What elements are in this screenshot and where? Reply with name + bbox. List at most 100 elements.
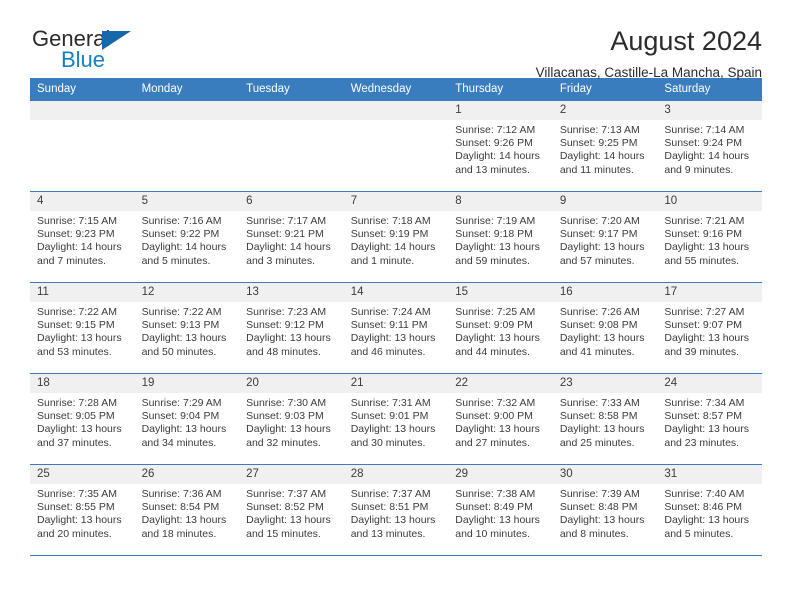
daylight-text: Daylight: 13 hours and 8 minutes. bbox=[559, 514, 645, 540]
calendar-day-content: 23 Sunrise: 7:33 AM Sunset: 8:58 PM Dayligh… bbox=[552, 374, 658, 464]
calendar-day-cell[interactable]: 29 Sunrise: 7:38 AM Sunset: 8:49 PM Dayligh… bbox=[448, 464, 553, 555]
sunset-text: Sunset: 9:25 PM bbox=[559, 137, 638, 150]
calendar-day-content: 20 Sunrise: 7:30 AM Sunset: 9:03 PM Dayligh… bbox=[239, 374, 344, 464]
calendar-day-details: Sunrise: 7:14 AM Sunset: 9:24 PM Daylight:… bbox=[657, 120, 762, 177]
daylight-text: Daylight: 13 hours and 59 minutes. bbox=[455, 241, 540, 267]
calendar-day-cell[interactable]: 5 Sunrise: 7:16 AM Sunset: 9:22 PM Daylight… bbox=[134, 191, 240, 283]
calendar-day-cell[interactable]: 7 Sunrise: 7:18 AM Sunset: 9:19 PM Daylight… bbox=[343, 191, 449, 283]
daylight-text: Daylight: 13 hours and 10 minutes. bbox=[455, 514, 540, 540]
calendar-day-cell[interactable]: 1 Sunrise: 7:12 AM Sunset: 9:26 PM Daylight… bbox=[448, 101, 553, 192]
calendar-day-cell[interactable]: 14 Sunrise: 7:24 AM Sunset: 9:11 PM Dayligh… bbox=[343, 282, 449, 374]
calendar-day-cell[interactable]: 3 Sunrise: 7:14 AM Sunset: 9:24 PM Daylight… bbox=[657, 101, 762, 192]
sunset-text: Sunset: 8:51 PM bbox=[350, 501, 429, 514]
calendar-day-cell[interactable]: 4 Sunrise: 7:15 AM Sunset: 9:23 PM Daylight… bbox=[30, 191, 135, 283]
calendar-day-cell[interactable]: 11 Sunrise: 7:22 AM Sunset: 9:15 PM Dayligh… bbox=[30, 282, 135, 374]
calendar-day-content: 24 Sunrise: 7:34 AM Sunset: 8:57 PM Dayligh… bbox=[657, 374, 762, 464]
calendar-day-details: Sunrise: 7:35 AM Sunset: 8:55 PM Daylight:… bbox=[30, 484, 135, 541]
daylight-text: Daylight: 13 hours and 46 minutes. bbox=[350, 332, 436, 358]
calendar-day-cell[interactable]: 10 Sunrise: 7:21 AM Sunset: 9:16 PM Dayligh… bbox=[657, 191, 762, 283]
calendar-day-cell[interactable]: 17 Sunrise: 7:27 AM Sunset: 9:07 PM Dayligh… bbox=[657, 282, 762, 374]
calendar-day-details: Sunrise: 7:33 AM Sunset: 8:58 PM Daylight:… bbox=[553, 393, 658, 450]
calendar-day-cell[interactable]: 22 Sunrise: 7:32 AM Sunset: 9:00 PM Dayligh… bbox=[448, 373, 553, 465]
sunrise-text: Sunrise: 7:25 AM bbox=[455, 306, 536, 318]
calendar-day-details: Sunrise: 7:22 AM Sunset: 9:15 PM Daylight:… bbox=[30, 302, 135, 359]
calendar-day-number: 1 bbox=[448, 101, 553, 120]
sunset-text: Sunset: 9:00 PM bbox=[455, 410, 533, 423]
sunset-text: Sunset: 9:26 PM bbox=[455, 137, 533, 150]
daylight-text: Daylight: 13 hours and 20 minutes. bbox=[37, 514, 122, 540]
calendar-day-details: Sunrise: 7:24 AM Sunset: 9:11 PM Daylight:… bbox=[344, 302, 449, 359]
sunrise-text: Sunrise: 7:20 AM bbox=[559, 215, 640, 227]
calendar-day-cell[interactable]: 2 Sunrise: 7:13 AM Sunset: 9:25 PM Daylight… bbox=[552, 101, 658, 192]
daylight-text: Daylight: 13 hours and 50 minutes. bbox=[141, 332, 227, 358]
calendar-day-cell[interactable]: 20 Sunrise: 7:30 AM Sunset: 9:03 PM Dayligh… bbox=[239, 373, 344, 465]
calendar-day-cell[interactable]: 31 Sunrise: 7:40 AM Sunset: 8:46 PM Dayligh… bbox=[657, 464, 762, 555]
calendar-day-number: 20 bbox=[239, 374, 344, 393]
calendar-day-content: 15 Sunrise: 7:25 AM Sunset: 9:09 PM Dayligh… bbox=[448, 283, 553, 373]
calendar-day-number: 8 bbox=[448, 192, 553, 211]
calendar-day-content: 17 Sunrise: 7:27 AM Sunset: 9:07 PM Dayligh… bbox=[657, 283, 762, 373]
calendar-day-cell[interactable]: 28 Sunrise: 7:37 AM Sunset: 8:51 PM Dayligh… bbox=[343, 464, 449, 555]
calendar-day-cell-empty bbox=[30, 101, 135, 192]
calendar-day-details: Sunrise: 7:37 AM Sunset: 8:52 PM Daylight:… bbox=[239, 484, 344, 541]
sunrise-text: Sunrise: 7:24 AM bbox=[350, 306, 431, 318]
calendar-day-number: 14 bbox=[343, 283, 449, 302]
daylight-text: Daylight: 13 hours and 13 minutes. bbox=[350, 514, 436, 540]
sunset-text: Sunset: 9:18 PM bbox=[455, 228, 533, 241]
sunrise-text: Sunrise: 7:17 AM bbox=[246, 215, 327, 227]
calendar-day-cell[interactable]: 16 Sunrise: 7:26 AM Sunset: 9:08 PM Dayligh… bbox=[552, 282, 658, 374]
daylight-text: Daylight: 13 hours and 5 minutes. bbox=[664, 514, 750, 540]
calendar-day-details: Sunrise: 7:27 AM Sunset: 9:07 PM Daylight:… bbox=[657, 302, 762, 359]
sunset-text: Sunset: 9:07 PM bbox=[664, 319, 743, 332]
calendar-day-number: 27 bbox=[239, 465, 344, 484]
calendar-day-details: Sunrise: 7:19 AM Sunset: 9:18 PM Daylight:… bbox=[448, 211, 553, 268]
calendar-day-cell[interactable]: 12 Sunrise: 7:22 AM Sunset: 9:13 PM Dayligh… bbox=[134, 282, 240, 374]
calendar-week-row: 1 Sunrise: 7:12 AM Sunset: 9:26 PM Daylight… bbox=[30, 101, 762, 192]
sunrise-text: Sunrise: 7:39 AM bbox=[559, 488, 640, 500]
sunset-text: Sunset: 9:16 PM bbox=[664, 228, 743, 241]
calendar-day-cell[interactable]: 8 Sunrise: 7:19 AM Sunset: 9:18 PM Daylight… bbox=[448, 191, 553, 283]
calendar-day-cell[interactable]: 15 Sunrise: 7:25 AM Sunset: 9:09 PM Dayligh… bbox=[448, 282, 553, 374]
calendar-day-content: 1 Sunrise: 7:12 AM Sunset: 9:26 PM Daylight… bbox=[448, 101, 553, 191]
calendar-day-cell-empty bbox=[239, 101, 344, 192]
calendar-day-cell[interactable]: 19 Sunrise: 7:29 AM Sunset: 9:04 PM Dayligh… bbox=[134, 373, 240, 465]
calendar-day-cell[interactable]: 30 Sunrise: 7:39 AM Sunset: 8:48 PM Dayligh… bbox=[552, 464, 658, 555]
daylight-text: Daylight: 13 hours and 37 minutes. bbox=[37, 423, 122, 449]
sunset-text: Sunset: 8:57 PM bbox=[664, 410, 743, 423]
sunset-text: Sunset: 9:03 PM bbox=[246, 410, 324, 423]
calendar-day-cell[interactable]: 6 Sunrise: 7:17 AM Sunset: 9:21 PM Daylight… bbox=[239, 191, 344, 283]
calendar-day-cell[interactable]: 25 Sunrise: 7:35 AM Sunset: 8:55 PM Dayligh… bbox=[30, 464, 135, 555]
calendar-day-cell-empty bbox=[343, 101, 449, 192]
calendar-day-cell[interactable]: 9 Sunrise: 7:20 AM Sunset: 9:17 PM Daylight… bbox=[552, 191, 658, 283]
sunset-text: Sunset: 8:52 PM bbox=[246, 501, 324, 514]
calendar-day-number: 3 bbox=[657, 101, 762, 120]
calendar-day-number: 21 bbox=[343, 374, 449, 393]
calendar-day-cell[interactable]: 23 Sunrise: 7:33 AM Sunset: 8:58 PM Dayligh… bbox=[552, 373, 658, 465]
calendar-day-details: Sunrise: 7:36 AM Sunset: 8:54 PM Daylight:… bbox=[135, 484, 240, 541]
calendar-day-cell[interactable]: 27 Sunrise: 7:37 AM Sunset: 8:52 PM Dayligh… bbox=[239, 464, 344, 555]
calendar-day-number bbox=[134, 101, 240, 120]
sunrise-text: Sunrise: 7:12 AM bbox=[455, 124, 536, 136]
sunset-text: Sunset: 9:21 PM bbox=[246, 228, 324, 241]
calendar-day-cell[interactable]: 18 Sunrise: 7:28 AM Sunset: 9:05 PM Dayligh… bbox=[30, 373, 135, 465]
calendar-day-number: 15 bbox=[448, 283, 553, 302]
sunrise-text: Sunrise: 7:30 AM bbox=[246, 397, 327, 409]
calendar-day-details: Sunrise: 7:21 AM Sunset: 9:16 PM Daylight:… bbox=[657, 211, 762, 268]
sunrise-text: Sunrise: 7:36 AM bbox=[141, 488, 222, 500]
calendar-day-cell[interactable]: 13 Sunrise: 7:23 AM Sunset: 9:12 PM Dayligh… bbox=[239, 282, 344, 374]
calendar-day-details: Sunrise: 7:12 AM Sunset: 9:26 PM Daylight:… bbox=[448, 120, 553, 177]
calendar-week-row: 18 Sunrise: 7:28 AM Sunset: 9:05 PM Dayligh… bbox=[30, 373, 762, 465]
daylight-text: Daylight: 14 hours and 7 minutes. bbox=[37, 241, 122, 267]
calendar-table: Sunday Monday Tuesday Wednesday Thursday Frid… bbox=[30, 78, 762, 555]
page-masthead: General Blue August 2024 Villacanas, Cas… bbox=[30, 0, 762, 80]
daylight-text: Daylight: 14 hours and 13 minutes. bbox=[455, 150, 540, 176]
calendar-day-number: 12 bbox=[134, 283, 240, 302]
calendar-day-cell[interactable]: 26 Sunrise: 7:36 AM Sunset: 8:54 PM Dayligh… bbox=[134, 464, 240, 555]
sunrise-text: Sunrise: 7:23 AM bbox=[246, 306, 327, 318]
calendar-day-number: 2 bbox=[552, 101, 658, 120]
calendar-day-cell[interactable]: 24 Sunrise: 7:34 AM Sunset: 8:57 PM Dayligh… bbox=[657, 373, 762, 465]
calendar-day-cell[interactable]: 21 Sunrise: 7:31 AM Sunset: 9:01 PM Dayligh… bbox=[343, 373, 449, 465]
generalblue-logo[interactable]: General Blue bbox=[30, 26, 150, 78]
weekday-header-sunday: Sunday bbox=[30, 78, 135, 101]
sunset-text: Sunset: 9:23 PM bbox=[37, 228, 115, 241]
